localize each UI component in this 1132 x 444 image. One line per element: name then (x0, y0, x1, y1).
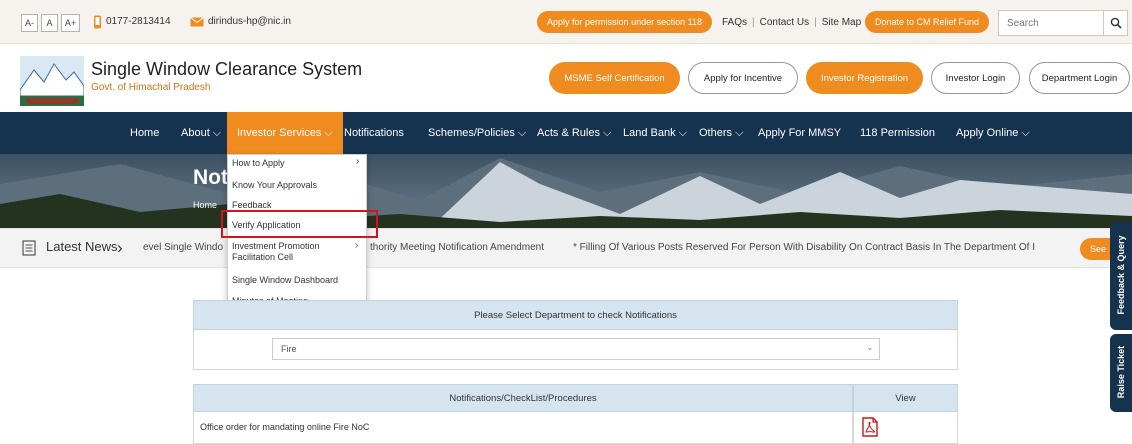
nav-118-permission[interactable]: 118 Permission (860, 112, 935, 154)
breadcrumb[interactable]: Home (193, 200, 217, 210)
menu-item-know-your-approvals[interactable]: Know Your Approvals (232, 180, 317, 190)
investor-login-button[interactable]: Investor Login (931, 62, 1020, 94)
search-icon (1110, 17, 1122, 29)
menu-item-how-to-apply[interactable]: How to Apply (232, 158, 285, 168)
menu-item-facilitation-cell[interactable]: Facilitation Cell (232, 252, 293, 262)
site-title: Single Window Clearance System (91, 59, 363, 79)
search-input[interactable] (998, 10, 1104, 36)
menu-item-investment-promotion[interactable]: Investment Promotion (232, 241, 320, 251)
divider: | (752, 17, 755, 28)
contact-us-link[interactable]: Contact Us (760, 17, 809, 28)
notification-title: Office order for mandating online Fire N… (200, 422, 370, 432)
font-increase-button[interactable]: A+ (61, 14, 80, 32)
site-subtitle: Govt. of Himachal Pradesh (91, 82, 211, 93)
raise-ticket-label: Raise Ticket (1116, 345, 1126, 399)
donate-cm-relief-button[interactable]: Donate to CM Relief Fund (865, 11, 989, 33)
nav-land-bank[interactable]: Land Bank ⌵ (623, 112, 687, 154)
pdf-icon[interactable] (862, 417, 878, 437)
highlight-box (221, 210, 378, 238)
divider: | (814, 17, 817, 28)
latest-news-label: Latest News (46, 239, 118, 254)
top-links: FAQs | Contact Us | Site Map (722, 17, 861, 28)
mail-icon (190, 17, 204, 27)
search-button[interactable] (1104, 10, 1128, 36)
apply-permission-118-button[interactable]: Apply for permission under section 118 (537, 11, 712, 33)
faqs-link[interactable]: FAQs (722, 17, 747, 28)
table-header-notifications: Notifications/CheckList/Procedures (193, 384, 853, 412)
nav-home[interactable]: Home (130, 112, 159, 154)
table-header-view: View (853, 384, 958, 412)
msme-self-certification-button[interactable]: MSME Self Certification (549, 62, 680, 94)
submenu-arrow-icon: › (355, 240, 359, 251)
nav-about[interactable]: About ⌵ (181, 112, 221, 154)
department-login-button[interactable]: Department Login (1029, 62, 1130, 94)
phone-number: 0177-2813414 (106, 16, 171, 27)
newspaper-icon (22, 240, 36, 256)
submenu-arrow-icon: › (356, 156, 360, 167)
news-item-fragment[interactable]: evel Single Windo (143, 242, 223, 253)
page-title: Not (193, 166, 228, 189)
font-decrease-button[interactable]: A- (21, 14, 38, 32)
raise-ticket-tab[interactable]: Raise Ticket (1110, 334, 1132, 412)
department-panel-heading: Please Select Department to check Notifi… (193, 300, 958, 330)
nav-notifications[interactable]: Notifications (344, 112, 404, 154)
feedback-query-label: Feedback & Query (1116, 235, 1126, 315)
phone-icon (94, 15, 101, 29)
nav-apply-for-mmsy[interactable]: Apply For MMSY (758, 112, 841, 154)
font-reset-button[interactable]: A (41, 14, 58, 32)
department-select[interactable]: Fire (272, 338, 880, 360)
himachal-emblem-logo (20, 56, 84, 106)
apply-for-incentive-button[interactable]: Apply for Incentive (688, 62, 798, 94)
news-item-fragment[interactable]: thority Meeting Notification Amendment (370, 242, 544, 253)
hero-banner-image (0, 154, 1132, 228)
feedback-query-tab[interactable]: Feedback & Query (1110, 222, 1132, 330)
nav-schemes-policies[interactable]: Schemes/Policies ⌵ (428, 112, 526, 154)
nav-investor-services[interactable]: Investor Services ⌵ (227, 112, 343, 154)
chevron-right-icon: › (117, 238, 123, 257)
email-address[interactable]: dirindus-hp@nic.in (208, 16, 291, 27)
menu-item-single-window-dashboard[interactable]: Single Window Dashboard (232, 275, 338, 285)
nav-apply-online[interactable]: Apply Online ⌵ (956, 112, 1030, 154)
page: A- A A+ 0177-2813414 dirindus-hp@nic.in … (0, 0, 1132, 444)
menu-item-feedback[interactable]: Feedback (232, 200, 272, 210)
nav-acts-rules[interactable]: Acts & Rules ⌵ (537, 112, 611, 154)
main-nav: Home About ⌵ Investor Services ⌵ Notific… (0, 112, 1132, 154)
investor-registration-button[interactable]: Investor Registration (806, 62, 923, 94)
chevron-down-icon: ⌄ (866, 342, 874, 352)
news-item[interactable]: * Filling Of Various Posts Reserved For … (573, 242, 1035, 253)
nav-others[interactable]: Others ⌵ (699, 112, 743, 154)
site-map-link[interactable]: Site Map (822, 17, 861, 28)
